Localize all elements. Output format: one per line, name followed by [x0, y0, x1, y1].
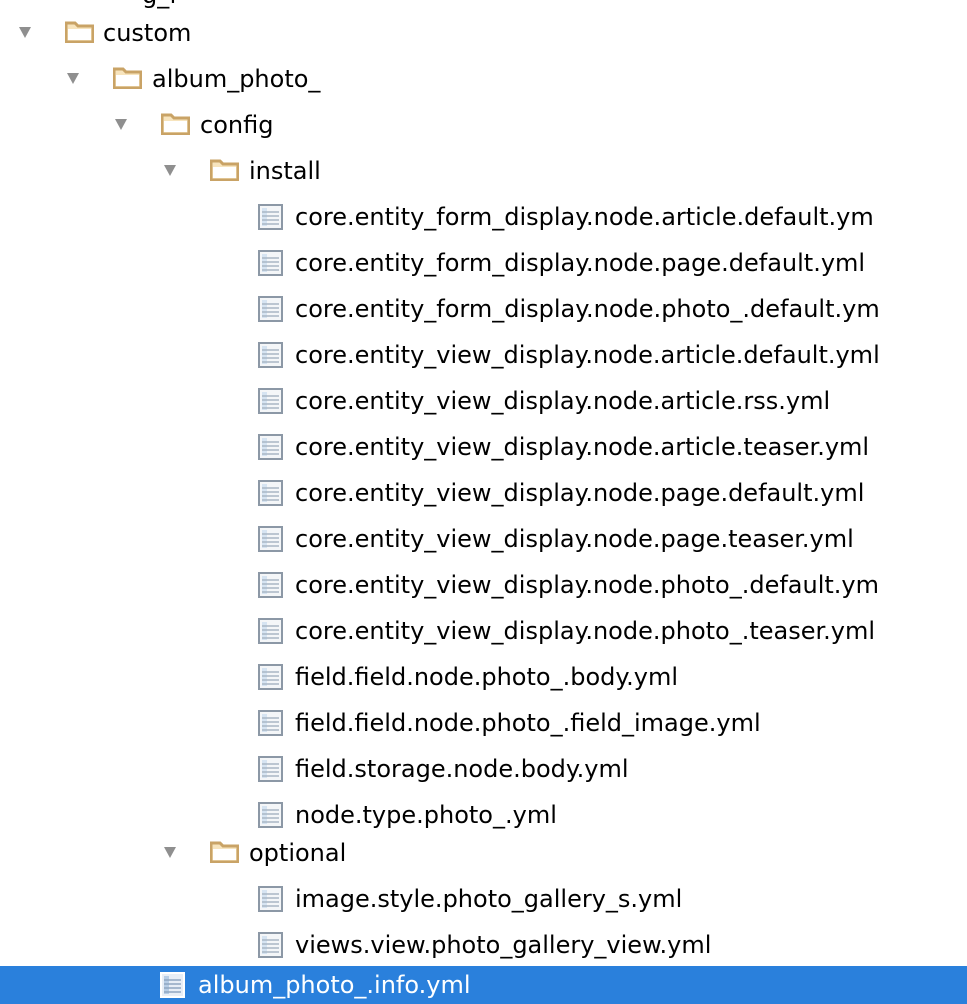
- yml-file-icon: [258, 296, 283, 322]
- tree-item-file[interactable]: field.storage.node.body.yml: [0, 746, 967, 792]
- tree-item-label: core.entity_view_display.node.article.te…: [295, 433, 870, 461]
- tree-item-label: node.type.photo_.yml: [295, 801, 557, 829]
- yml-file-icon: [258, 664, 283, 690]
- yml-file-icon: [258, 250, 283, 276]
- expand-arrow-icon[interactable]: [19, 27, 31, 38]
- tree-item-install[interactable]: install: [0, 148, 967, 194]
- tree-item-label: views.view.photo_gallery_view.yml: [295, 931, 712, 959]
- yml-file-icon: [258, 618, 283, 644]
- yml-file-icon: [258, 756, 283, 782]
- tree-item-label: core.entity_form_display.node.article.de…: [295, 203, 874, 231]
- tree-item-custom[interactable]: custom: [0, 10, 967, 56]
- tree-item-label: core.entity_form_display.node.page.defau…: [295, 249, 866, 277]
- yml-file-icon: [258, 480, 283, 506]
- expand-arrow-icon[interactable]: [164, 165, 176, 176]
- tree-item-label: install: [249, 157, 321, 185]
- folder-icon: [113, 67, 142, 89]
- folder-icon: [210, 841, 239, 863]
- yml-file-icon: [258, 886, 283, 912]
- yml-file-icon: [258, 342, 283, 368]
- tree-item-config[interactable]: config: [0, 102, 967, 148]
- tree-item-label: core.entity_view_display.node.page.defau…: [295, 479, 865, 507]
- tree-item-file[interactable]: core.entity_form_display.node.page.defau…: [0, 240, 967, 286]
- folder-icon: [65, 21, 94, 43]
- tree-item-label: field.storage.node.body.yml: [295, 755, 629, 783]
- yml-file-icon: [258, 204, 283, 230]
- tree-item-file-selected[interactable]: album_photo_.info.yml: [0, 966, 967, 1004]
- yml-file-icon: [258, 434, 283, 460]
- tree-item-file[interactable]: image.style.photo_gallery_s.yml: [0, 876, 967, 922]
- tree-item-label: config: [200, 111, 274, 139]
- tree-item-file[interactable]: core.entity_form_display.node.article.de…: [0, 194, 967, 240]
- folder-icon: [161, 113, 190, 135]
- yml-file-icon: [258, 932, 283, 958]
- tree-item-file[interactable]: core.entity_view_display.node.photo_.tea…: [0, 608, 967, 654]
- expand-arrow-icon[interactable]: [164, 847, 176, 858]
- tree-item-file[interactable]: field.field.node.photo_.body.yml: [0, 654, 967, 700]
- yml-file-icon: [258, 710, 283, 736]
- tree-item-label: core.entity_view_display.node.article.de…: [295, 341, 880, 369]
- tree-item-label: core.entity_form_display.node.photo_.def…: [295, 295, 880, 323]
- tree-item-label: album_photo_: [152, 65, 321, 93]
- expand-arrow-icon[interactable]: [67, 73, 79, 84]
- tree-item-label: image.style.photo_gallery_s.yml: [295, 885, 683, 913]
- tree-item-label: album_photo_.info.yml: [198, 971, 471, 999]
- tree-item-file[interactable]: core.entity_view_display.node.photo_.def…: [0, 562, 967, 608]
- tree-item-optional[interactable]: optional: [0, 830, 967, 876]
- tree-item-file[interactable]: field.field.node.photo_.field_image.yml: [0, 700, 967, 746]
- yml-file-icon: [258, 388, 283, 414]
- folder-icon: [210, 159, 239, 181]
- project-file-tree: g_f custom album_photo_ config install c…: [0, 0, 967, 1004]
- tree-item-label: core.entity_view_display.node.photo_.tea…: [295, 617, 876, 645]
- yml-file-icon: [258, 802, 283, 828]
- tree-item-file[interactable]: core.entity_view_display.node.article.te…: [0, 424, 967, 470]
- yml-file-icon: [258, 572, 283, 598]
- tree-item-file[interactable]: core.entity_view_display.node.page.defau…: [0, 470, 967, 516]
- tree-item-album-photo[interactable]: album_photo_: [0, 56, 967, 102]
- tree-item-label: core.entity_view_display.node.article.rs…: [295, 387, 831, 415]
- tree-item-file[interactable]: core.entity_view_display.node.page.tease…: [0, 516, 967, 562]
- yml-file-icon: [258, 526, 283, 552]
- tree-item-label: optional: [249, 839, 347, 867]
- tree-item-file[interactable]: core.entity_view_display.node.article.rs…: [0, 378, 967, 424]
- tree-item-label: core.entity_view_display.node.photo_.def…: [295, 571, 880, 599]
- tree-item-label: field.field.node.photo_.body.yml: [295, 663, 679, 691]
- tree-item-label: field.field.node.photo_.field_image.yml: [295, 709, 761, 737]
- tree-item-label: custom: [103, 19, 192, 47]
- yml-file-icon: [160, 972, 185, 998]
- tree-item-file[interactable]: views.view.photo_gallery_view.yml: [0, 922, 967, 968]
- tree-item-file[interactable]: core.entity_view_display.node.article.de…: [0, 332, 967, 378]
- tree-item-label: core.entity_view_display.node.page.tease…: [295, 525, 854, 553]
- expand-arrow-icon[interactable]: [115, 119, 127, 130]
- tree-item-file[interactable]: core.entity_form_display.node.photo_.def…: [0, 286, 967, 332]
